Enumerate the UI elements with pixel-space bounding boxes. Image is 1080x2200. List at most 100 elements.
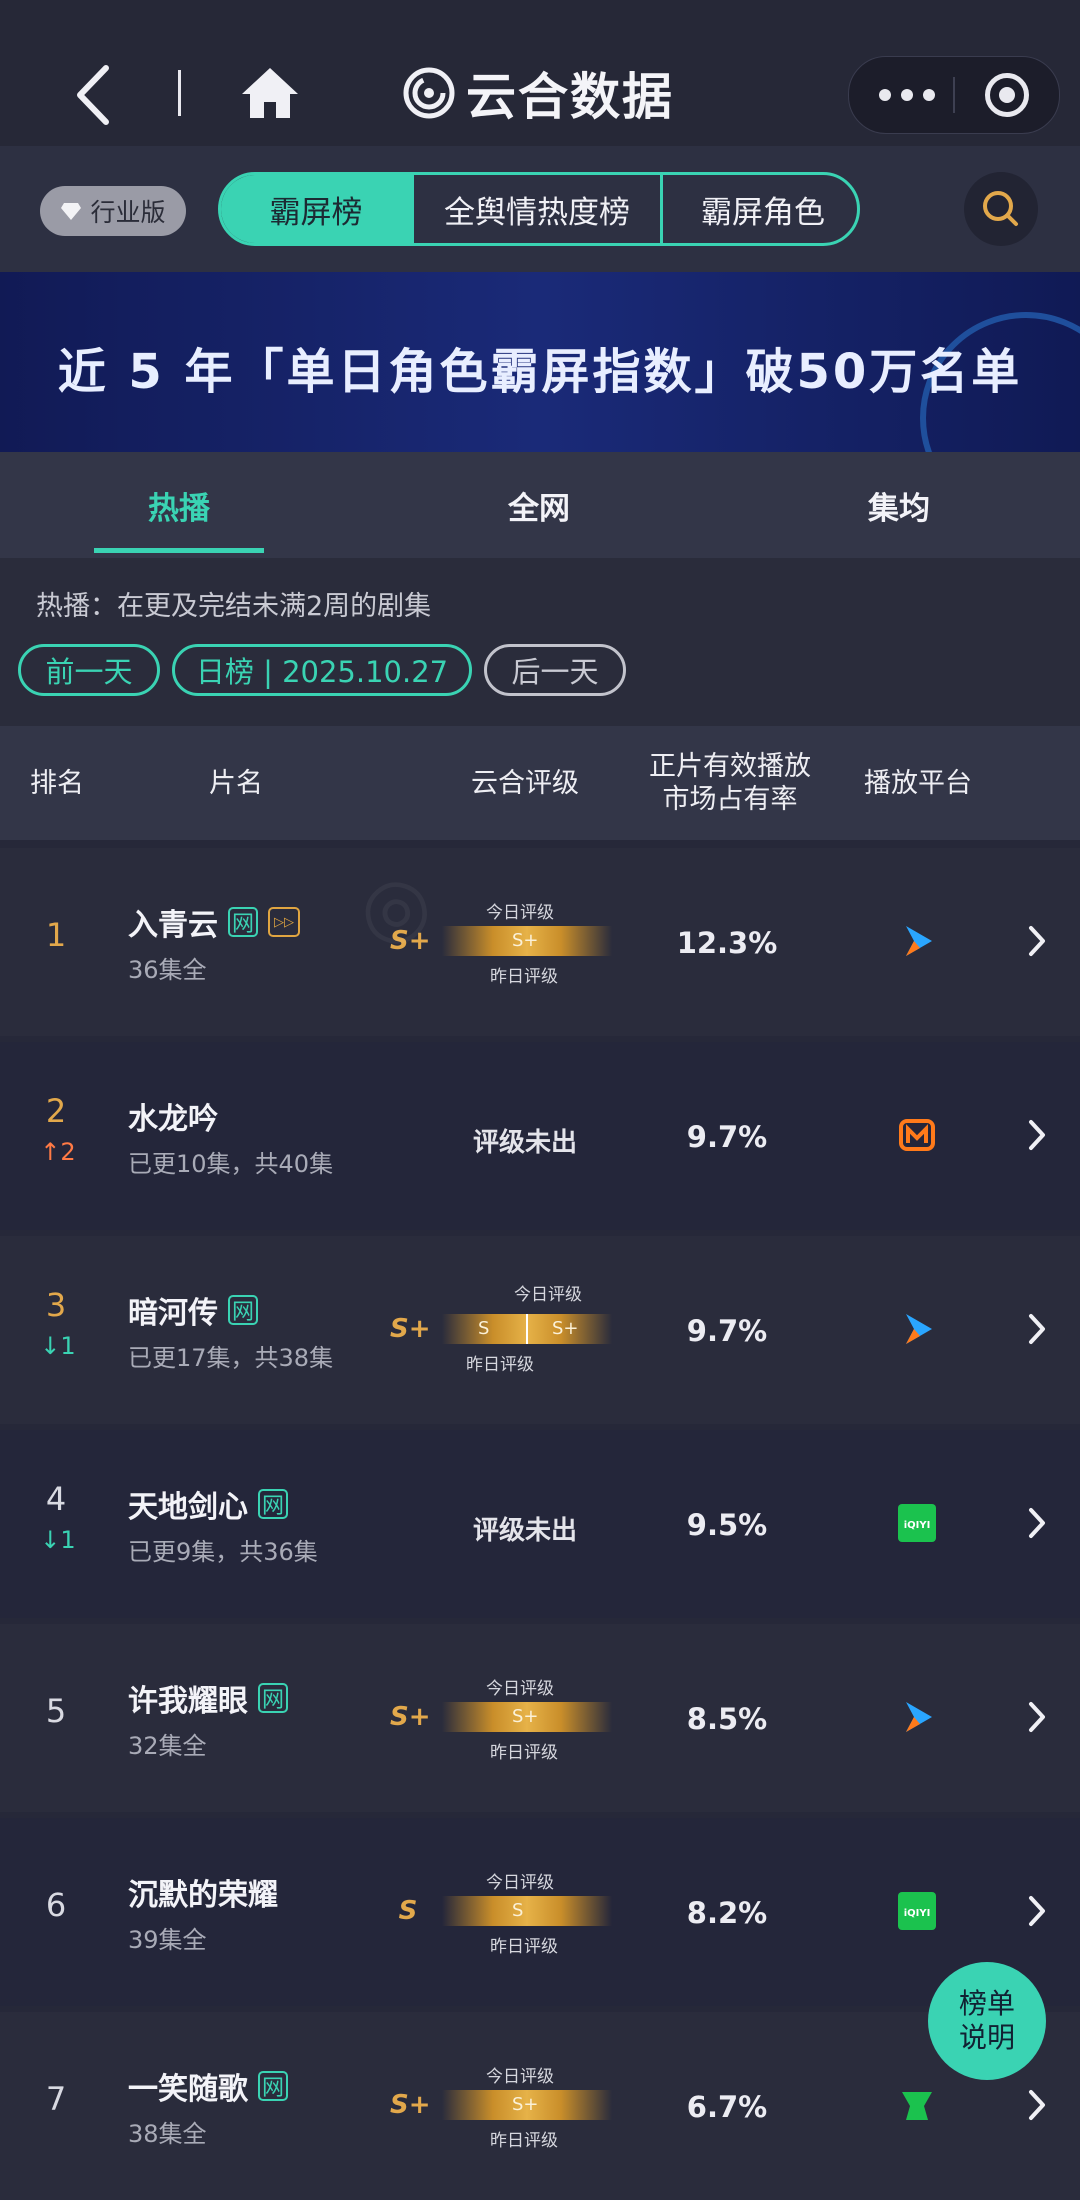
- header-rank: 排名: [30, 767, 84, 799]
- market-share: 8.2%: [686, 1896, 768, 1930]
- segment-baping-role[interactable]: 霸屏角色: [660, 175, 857, 243]
- rating-bar: S S+: [442, 1314, 612, 1344]
- header-title: 片名: [209, 767, 263, 799]
- drama-title[interactable]: 一笑随歌: [128, 2064, 248, 2108]
- back-icon[interactable]: [70, 60, 120, 130]
- title-line: 水龙吟: [128, 1094, 218, 1138]
- rank-number: 1: [45, 916, 67, 954]
- ranking-segment: 霸屏榜 全舆情热度榜 霸屏角色: [218, 172, 860, 246]
- search-button[interactable]: [964, 172, 1038, 246]
- rank-number: 7: [45, 2080, 67, 2118]
- svg-text:iQIYI: iQIYI: [904, 1520, 931, 1531]
- table-row[interactable]: 1 入青云网 ▷▷ 36集全 S+ S+ 今日评级 昨日评级 12.3%: [0, 848, 1080, 1036]
- chevron-right-icon[interactable]: [1026, 1506, 1048, 1540]
- rating-bar: S+: [442, 1702, 612, 1732]
- fast-forward-icon: ▷▷: [268, 907, 300, 937]
- header-rating: 云合评级: [471, 767, 579, 799]
- mango-tv-icon: [898, 1116, 936, 1154]
- title-line: 入青云网 ▷▷: [128, 900, 300, 944]
- table-row[interactable]: 2 ↑2 水龙吟已更10集，共40集 评级未出 9.7%: [0, 1042, 1080, 1230]
- mini-program-capsule: [848, 56, 1060, 134]
- tencent-video-icon: [898, 1310, 936, 1348]
- drama-title[interactable]: 入青云: [128, 900, 218, 944]
- today-rating-caption: 今日评级: [486, 1679, 554, 1699]
- table-row[interactable]: 3 ↓1 暗河传网已更17集，共38集 S+ S S+ 今日评级 昨日评级 9.7%: [0, 1236, 1080, 1424]
- promo-banner[interactable]: 近 5 年「单日角色霸屏指数」破50万名单: [0, 272, 1080, 452]
- table-row[interactable]: 4 ↓1 天地剑心网已更9集，共36集 评级未出 9.5% iQIYI: [0, 1430, 1080, 1618]
- segment-quanyuqing[interactable]: 全舆情热度榜: [411, 175, 660, 243]
- home-icon[interactable]: [240, 64, 300, 122]
- divider: [178, 70, 181, 116]
- drama-title[interactable]: 天地剑心: [128, 1482, 248, 1526]
- market-share: 9.7%: [686, 1120, 768, 1154]
- table-row[interactable]: 6 沉默的荣耀 39集全 S S 今日评级 昨日评级 8.2% iQIYI: [0, 1818, 1080, 2006]
- banner-title: 近 5 年「单日角色霸屏指数」破50万名单: [57, 344, 1023, 400]
- filter-bar: 热播：在更及完结未满2周的剧集 前一天 日榜 | 2025.10.27 后一天: [0, 558, 1080, 726]
- segment-bapingbang[interactable]: 霸屏榜: [221, 175, 411, 243]
- market-share: 6.7%: [686, 2090, 768, 2124]
- drama-title[interactable]: 水龙吟: [128, 1094, 218, 1138]
- more-icon[interactable]: [879, 77, 935, 113]
- chevron-right-icon[interactable]: [1026, 2088, 1048, 2122]
- rating-pending: 评级未出: [472, 1128, 577, 1158]
- list-explanation-button[interactable]: 榜单 说明: [928, 1962, 1046, 2080]
- today-grade: S+: [512, 2094, 539, 2115]
- today-grade: S: [512, 1900, 524, 1921]
- drama-title[interactable]: 沉默的荣耀: [128, 1870, 278, 1914]
- target-icon[interactable]: [985, 73, 1029, 117]
- chevron-right-icon[interactable]: [1026, 1700, 1048, 1734]
- rating-pending: 评级未出: [472, 1516, 577, 1546]
- tab-hot[interactable]: 热播: [94, 452, 264, 558]
- chevron-right-icon[interactable]: [1026, 1894, 1048, 1928]
- tencent-video-icon: [898, 1698, 936, 1736]
- date-selector[interactable]: 日榜 | 2025.10.27: [172, 644, 472, 696]
- title-line: 沉默的荣耀: [128, 1870, 278, 1914]
- rank-number: 2: [45, 1092, 67, 1130]
- grade-divider: [526, 1314, 528, 1344]
- chevron-right-icon[interactable]: [1026, 1118, 1048, 1152]
- yesterday-rating-caption: 昨日评级: [490, 1937, 558, 1957]
- web-drama-badge: 网: [228, 1295, 258, 1325]
- edition-badge[interactable]: 行业版: [40, 186, 186, 236]
- header-share-line2: 市场占有率: [662, 784, 798, 815]
- market-share: 9.7%: [686, 1314, 768, 1348]
- episode-status: 32集全: [128, 1732, 207, 1760]
- drama-title[interactable]: 许我耀眼: [128, 1676, 248, 1720]
- episode-status: 已更10集，共40集: [128, 1150, 334, 1178]
- web-drama-badge: 网: [228, 907, 258, 937]
- iqiyi-icon: iQIYI: [898, 1892, 936, 1930]
- list-tabs: 热播 全网 集均: [0, 452, 1080, 558]
- table-row[interactable]: 7 一笑随歌网 38集全 S+ S+ 今日评级 昨日评级 6.7%: [0, 2012, 1080, 2200]
- web-drama-badge: 网: [258, 1489, 288, 1519]
- rating-bar: S: [442, 1896, 612, 1926]
- rank-change: ↑2: [40, 1138, 76, 1166]
- today-rating-caption: 今日评级: [486, 903, 554, 923]
- episode-status: 已更17集，共38集: [128, 1344, 334, 1372]
- prev-day-button[interactable]: 前一天: [18, 644, 160, 696]
- today-rating-caption: 今日评级: [486, 1873, 554, 1893]
- brand-name: 云合数据: [466, 68, 674, 126]
- drama-title[interactable]: 暗河传: [128, 1288, 218, 1332]
- tab-all-network[interactable]: 全网: [454, 452, 624, 558]
- brand: 云合数据: [402, 62, 674, 126]
- table-row[interactable]: 5 许我耀眼网 32集全 S+ S+ 今日评级 昨日评级 8.5%: [0, 1624, 1080, 1812]
- rank-change: ↓1: [40, 1332, 76, 1360]
- youku-icon: [898, 2086, 936, 2124]
- episode-status: 39集全: [128, 1926, 207, 1954]
- filter-hint: 热播：在更及完结未满2周的剧集: [36, 591, 432, 622]
- fab-line2: 说明: [958, 2021, 1015, 2054]
- rank-number: 4: [45, 1480, 67, 1518]
- rank-number: 6: [45, 1886, 67, 1924]
- active-tab-indicator: [94, 548, 264, 553]
- chevron-right-icon[interactable]: [1026, 924, 1048, 958]
- tab-episode-average[interactable]: 集均: [814, 452, 984, 558]
- today-grade: S+: [512, 1706, 539, 1727]
- yesterday-rating-caption: 昨日评级: [490, 967, 558, 987]
- yesterday-rating-caption: 昨日评级: [490, 1743, 558, 1763]
- chevron-right-icon[interactable]: [1026, 1312, 1048, 1346]
- title-line: 天地剑心网: [128, 1482, 288, 1526]
- search-icon: [983, 191, 1018, 226]
- next-day-button[interactable]: 后一天: [484, 644, 626, 696]
- market-share: 12.3%: [676, 926, 778, 960]
- table-header: 排名 片名 云合评级 正片有效播放 市场占有率 播放平台: [0, 726, 1080, 840]
